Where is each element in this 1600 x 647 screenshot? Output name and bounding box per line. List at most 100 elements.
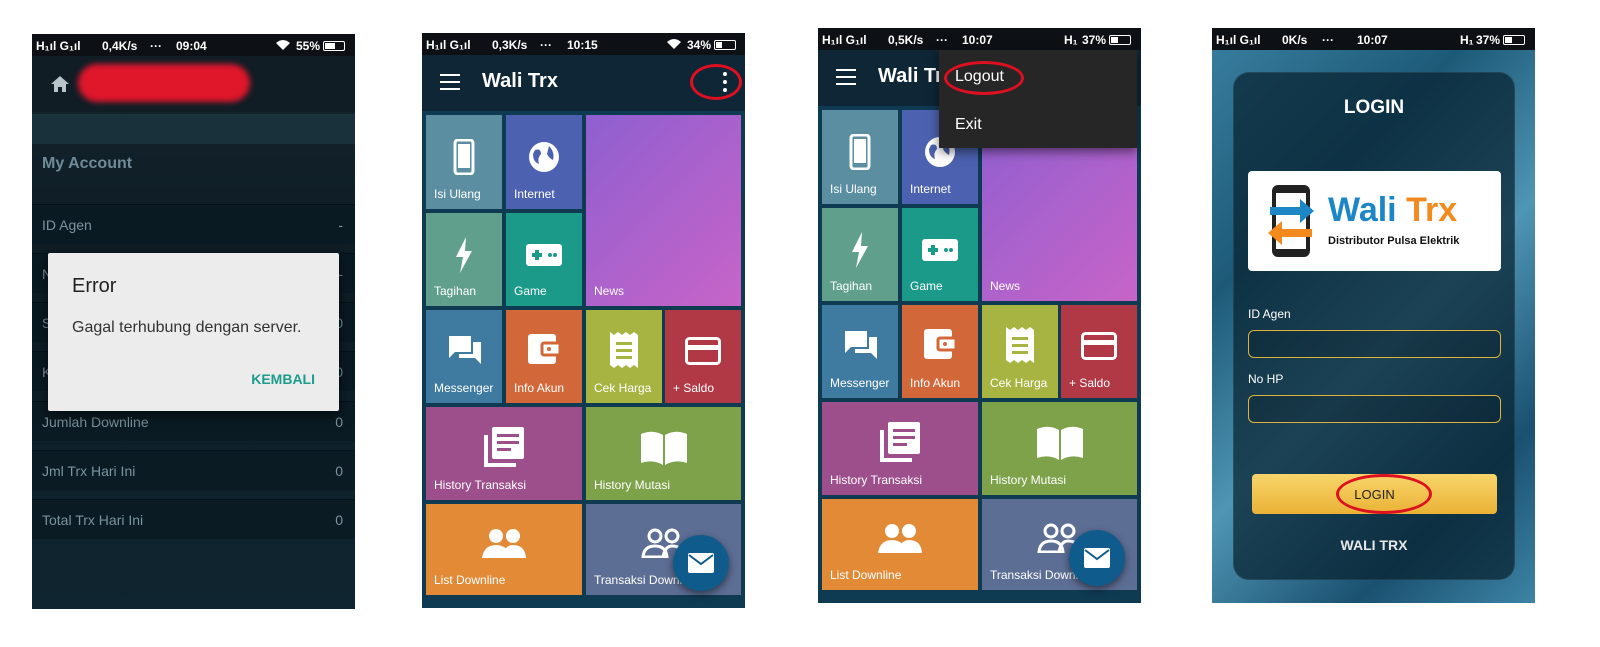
tile-label: Isi Ulang — [434, 187, 481, 201]
menu-item-logout[interactable]: Logout — [955, 68, 1004, 86]
tile-history-transaksi[interactable]: History Transaksi — [426, 407, 582, 500]
status-bar: H₁ıl G₁ıl 0,3K/s ··· 10:15 34% — [422, 33, 745, 55]
group-icon — [878, 524, 922, 553]
tile-label: + Saldo — [673, 381, 715, 395]
tile-saldo[interactable]: + Saldo — [665, 310, 741, 403]
overflow-menu-icon[interactable] — [723, 72, 727, 92]
tile-history-mutasi[interactable]: History Mutasi — [982, 402, 1137, 495]
phone-sync-logo-icon — [1268, 185, 1314, 257]
message-fab[interactable] — [1069, 530, 1125, 586]
tile-info-akun[interactable]: Info Akun — [902, 305, 978, 398]
tile-isi-ulang[interactable]: Isi Ulang — [822, 110, 898, 204]
signal-indicator: H₁ıl G₁ıl — [822, 33, 867, 47]
tile-cek-harga[interactable]: Cek Harga — [586, 310, 662, 403]
tile-tagihan[interactable]: Tagihan — [822, 208, 898, 301]
wifi-icon — [275, 39, 291, 54]
tile-messenger[interactable]: Messenger — [822, 305, 898, 398]
network-type: H₁ — [1460, 33, 1474, 47]
status-bar: H₁ıl G₁ıl 0,5K/s ··· 10:07 H₁ 37% — [818, 28, 1141, 50]
tile-label: History Mutasi — [594, 478, 671, 492]
hamburger-menu-icon[interactable] — [440, 74, 460, 90]
tile-game[interactable]: Game — [506, 213, 582, 306]
tile-label: Tagihan — [434, 284, 477, 298]
tile-label: History Transaksi — [830, 473, 923, 487]
tile-history-transaksi[interactable]: History Transaksi — [822, 402, 978, 495]
tile-label: Game — [910, 279, 943, 293]
tile-cek-harga[interactable]: Cek Harga — [982, 305, 1058, 398]
tile-internet[interactable]: Internet — [506, 115, 582, 209]
tile-label: History Mutasi — [990, 473, 1067, 487]
account-title: My Account — [42, 155, 133, 172]
tile-label: + Saldo — [1069, 376, 1111, 390]
menu-item-exit[interactable]: Exit — [955, 116, 982, 134]
mail-icon — [688, 553, 714, 573]
phone-icon — [453, 139, 475, 175]
battery-indicator: 34% — [687, 38, 737, 52]
login-card: LOGIN Wali Trx Distributor Pulsa Elektri… — [1233, 72, 1515, 580]
no-hp-input[interactable] — [1248, 395, 1501, 423]
status-bar: H₁ıl G₁ıl 0,4K/s ··· 09:04 55% — [32, 34, 355, 56]
tile-label: Transaksi Downli — [990, 568, 1081, 582]
app-bar: Wali Trx — [422, 55, 745, 111]
error-dialog: Error Gagal terhubung dengan server. KEM… — [48, 253, 339, 411]
tile-label: Messenger — [434, 381, 494, 395]
footer-brand: WALI TRX — [1340, 537, 1408, 553]
network-type: H₁ — [1064, 33, 1078, 47]
phone-icon — [849, 134, 871, 170]
status-dots: ··· — [1322, 33, 1334, 47]
tile-label: History Transaksi — [434, 478, 527, 492]
tile-label: Internet — [514, 187, 555, 201]
tile-list-downline[interactable]: List Downline — [426, 504, 582, 595]
status-dots: ··· — [936, 33, 948, 47]
row-value: 0 — [335, 463, 343, 479]
lightning-icon — [456, 237, 472, 273]
gamepad-icon — [922, 239, 958, 261]
tile-list-downline[interactable]: List Downline — [822, 499, 978, 590]
login-button[interactable]: LOGIN — [1252, 474, 1497, 514]
network-speed: 0K/s — [1282, 33, 1308, 47]
globe-icon — [529, 142, 559, 172]
signal-indicator: H₁ıl G₁ıl — [36, 39, 81, 53]
account-row: Jml Trx Hari Ini 0 — [32, 450, 355, 490]
brand-logo: Wali Trx Distributor Pulsa Elektrik — [1248, 171, 1501, 271]
tile-label: Internet — [910, 182, 951, 196]
redacted-title — [78, 64, 250, 102]
row-value: - — [338, 217, 343, 233]
app-bar — [32, 56, 355, 112]
tile-game[interactable]: Game — [902, 208, 978, 301]
wallet-icon — [924, 329, 956, 359]
book-icon — [1037, 426, 1083, 460]
network-speed: 0,4K/s — [102, 39, 138, 53]
tile-label: Transaksi Downli — [594, 573, 685, 587]
credit-card-icon — [1081, 332, 1117, 360]
tile-news[interactable]: News — [586, 115, 741, 306]
lightning-icon — [852, 232, 868, 268]
overflow-menu: Logout Exit — [939, 50, 1137, 148]
tile-saldo[interactable]: + Saldo — [1061, 305, 1137, 398]
battery-icon — [1109, 35, 1132, 45]
kembali-button[interactable]: KEMBALI — [251, 371, 315, 387]
id-agen-input[interactable] — [1248, 330, 1501, 358]
tile-label: News — [990, 279, 1021, 293]
login-title: LOGIN — [1343, 97, 1405, 118]
header-band — [32, 114, 355, 144]
row-label: Total Trx Hari Ini — [42, 512, 144, 528]
status-dots: ··· — [150, 39, 162, 53]
chat-icon — [449, 336, 481, 364]
tile-history-mutasi[interactable]: History Mutasi — [586, 407, 741, 500]
tile-label: Cek Harga — [990, 376, 1048, 390]
tile-messenger[interactable]: Messenger — [426, 310, 502, 403]
tile-isi-ulang[interactable]: Isi Ulang — [426, 115, 502, 209]
hamburger-menu-icon[interactable] — [836, 69, 856, 85]
receipt-icon — [1006, 327, 1034, 363]
message-fab[interactable] — [673, 535, 729, 591]
row-value: 0 — [335, 414, 343, 430]
tile-label: Messenger — [830, 376, 890, 390]
tile-info-akun[interactable]: Info Akun — [506, 310, 582, 403]
row-label: Jml Trx Hari Ini — [42, 463, 136, 479]
row-label: ID Agen — [42, 217, 92, 233]
home-icon[interactable] — [50, 74, 70, 94]
app-title: Wali Trx — [482, 70, 558, 92]
tile-tagihan[interactable]: Tagihan — [426, 213, 502, 306]
dialog-title: Error — [72, 275, 117, 297]
